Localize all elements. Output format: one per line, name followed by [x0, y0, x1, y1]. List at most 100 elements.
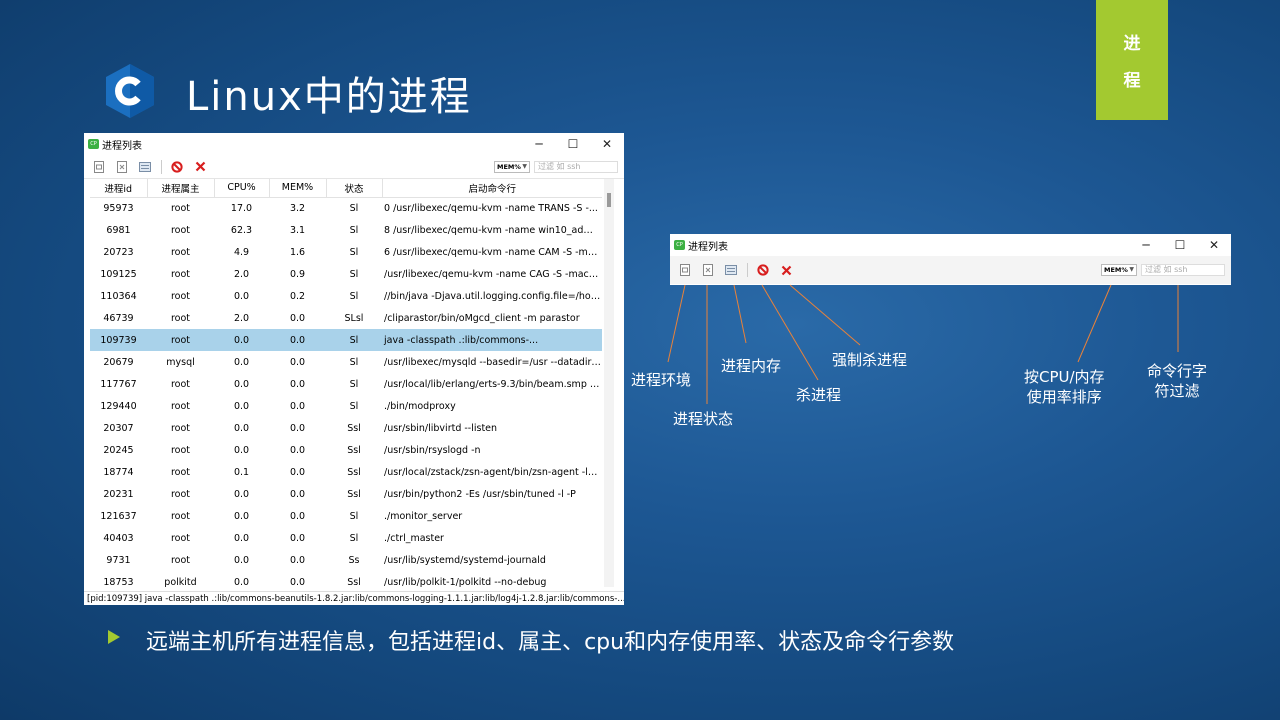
cell-state: Sl	[349, 532, 359, 544]
cell-pid: 6981	[106, 224, 131, 236]
process-memory-icon[interactable]	[722, 261, 740, 279]
table-row[interactable]: 20245 root 0.0 0.0 Ssl/usr/sbin/rsyslogd -n	[90, 439, 602, 461]
cell-cmd: /usr/lib/systemd/systemd-journald	[384, 554, 546, 566]
cell-pid: 109739	[90, 329, 147, 351]
process-table: 进程id 进程属主 CPU% MEM% 状态 启动命令行 95973 root 17…	[90, 179, 602, 587]
force-kill-icon[interactable]	[777, 261, 795, 279]
table-row[interactable]: 20679 mysql 0.0 0.0 Sl/usr/libexec/mysqld --…	[90, 351, 602, 373]
cell-cmd: /usr/bin/python2 -Es /usr/sbin/tuned -l …	[384, 488, 576, 500]
cell-mem: 0.0	[269, 329, 326, 351]
toolbar: MEM% ▼ 过滤 如 ssh	[84, 155, 624, 179]
process-state-icon[interactable]	[699, 261, 717, 279]
table-row[interactable]: 121637 root 0.0 0.0 Sl ./monitor_server	[90, 505, 602, 527]
table-row[interactable]: 18753 polkitd 0.0 0.0 Ssl/usr/lib/polkit-1/p…	[90, 571, 602, 588]
cell-state: Ssl	[347, 576, 361, 588]
table-row[interactable]: 46739 root 2.0 0.0 SLsl/cliparastor/bin/oMgc…	[90, 307, 602, 329]
table-row[interactable]: 20723 root 4.9 1.6 Sl 6 /usr/libexec/qemu-kvm…	[90, 241, 602, 263]
cell-pid: 20307	[103, 422, 134, 434]
minimize-button[interactable]: ─	[522, 137, 556, 151]
cell-mem: 0.0	[289, 532, 306, 544]
kill-process-icon[interactable]	[754, 261, 772, 279]
column-header-cpu[interactable]: CPU%	[214, 179, 270, 198]
annotation-env: 进程环境	[631, 371, 692, 389]
slide-title: Linux中的进程	[186, 74, 472, 120]
cell-cpu: 0.0	[233, 488, 250, 500]
cell-state: Sl	[349, 400, 359, 412]
toolbar: MEM% ▼ 过滤 如 ssh	[670, 256, 1231, 284]
scrollbar-thumb[interactable]	[607, 193, 611, 207]
app-icon: CP	[674, 240, 685, 250]
close-button[interactable]: ✕	[590, 137, 624, 151]
cell-cpu: 0.0	[233, 554, 250, 566]
annotation-force-kill: 强制杀进程	[832, 351, 908, 369]
cell-pid: 117767	[100, 378, 137, 390]
cell-owner: root	[170, 510, 191, 522]
annotation-filter-line1: 命令行字	[1147, 362, 1208, 380]
table-row[interactable]: 109739 root 0.0 0.0 Sl java -classpath .:lib/…	[90, 329, 602, 351]
close-button[interactable]: ✕	[1197, 238, 1231, 252]
table-row[interactable]: 117767 root 0.0 0.0 Sl/usr/local/lib/erlang/…	[90, 373, 602, 395]
cell-cpu: 0.0	[233, 532, 250, 544]
filter-input[interactable]: 过滤 如 ssh	[534, 160, 618, 173]
column-header-state[interactable]: 状态	[326, 179, 383, 198]
sort-select[interactable]: MEM% ▼	[494, 160, 530, 173]
cell-state: Sl	[349, 224, 359, 236]
toolbar-separator	[161, 159, 162, 174]
column-header-owner[interactable]: 进程属主	[147, 179, 215, 198]
cell-state: Ss	[348, 554, 360, 566]
sort-select-value: MEM%	[1104, 266, 1128, 274]
table-row[interactable]: 129440 root 0.0 0.0 Sl ./bin/modproxy	[90, 395, 602, 417]
table-row[interactable]: 20307 root 0.0 0.0 Ssl/usr/sbin/libvirtd --l…	[90, 417, 602, 439]
cell-state: Ssl	[347, 488, 361, 500]
cell-owner: root	[170, 312, 191, 324]
column-header-cmd[interactable]: 启动命令行	[382, 179, 602, 198]
cell-owner: root	[170, 532, 191, 544]
process-env-icon[interactable]	[90, 158, 108, 176]
process-memory-icon[interactable]	[136, 158, 154, 176]
filter-input[interactable]: 过滤 如 ssh	[1141, 264, 1225, 276]
process-state-icon[interactable]	[113, 158, 131, 176]
force-kill-icon[interactable]	[191, 158, 209, 176]
cell-state: Ssl	[347, 466, 361, 478]
cell-owner: root	[170, 554, 191, 566]
cell-pid: 40403	[103, 532, 134, 544]
maximize-button[interactable]: ☐	[556, 137, 590, 151]
table-row[interactable]: 20231 root 0.0 0.0 Ssl/usr/bin/python2 -Es /…	[90, 483, 602, 505]
table-row[interactable]: 6981 root 62.3 3.1 Sl 8 /usr/libexec/qemu-kvm…	[90, 219, 602, 241]
cell-cpu: 0.0	[233, 444, 250, 456]
cell-pid: 20245	[103, 444, 134, 456]
cell-cmd: /usr/sbin/libvirtd --listen	[384, 422, 498, 434]
column-header-pid[interactable]: 进程id	[90, 179, 148, 198]
maximize-button[interactable]: ☐	[1163, 238, 1197, 252]
cell-owner: root	[170, 290, 191, 302]
cell-mem: 0.0	[289, 378, 306, 390]
cell-pid: 18774	[103, 466, 134, 478]
window-titlebar: CP 进程列表 ─ ☐ ✕	[84, 133, 624, 155]
bottom-description: 远端主机所有进程信息，包括进程id、属主、cpu和内存使用率、状态及命令行参数	[146, 630, 955, 655]
table-header: 进程id 进程属主 CPU% MEM% 状态 启动命令行	[90, 179, 602, 198]
table-row[interactable]: 109125 root 2.0 0.9 Sl/usr/libexec/qemu-kvm …	[90, 263, 602, 285]
c-language-logo	[106, 64, 154, 118]
process-env-icon[interactable]	[676, 261, 694, 279]
cell-mem: 3.1	[289, 224, 306, 236]
section-char-2: 程	[1123, 71, 1141, 91]
table-row[interactable]: 40403 root 0.0 0.0 Sl ./ctrl_master	[90, 527, 602, 549]
cell-cmd: //bin/java -Djava.util.logging.config.fi…	[384, 290, 602, 302]
cell-owner: root	[170, 466, 191, 478]
cell-owner: root	[170, 202, 191, 214]
cell-owner: root	[170, 268, 191, 280]
table-row[interactable]: 9731 root 0.0 0.0 Ss/usr/lib/systemd/systemd…	[90, 549, 602, 571]
cell-cpu: 0.0	[233, 576, 250, 588]
cell-cpu: 4.9	[233, 246, 250, 258]
cell-cpu: 0.0	[233, 422, 250, 434]
sort-select[interactable]: MEM% ▼	[1101, 264, 1137, 276]
table-row[interactable]: 18774 root 0.1 0.0 Ssl/usr/local/zstack/zsn-…	[90, 461, 602, 483]
minimize-button[interactable]: ─	[1129, 238, 1163, 252]
cell-owner: root	[170, 444, 191, 456]
cell-state: Sl	[349, 290, 359, 302]
kill-process-icon[interactable]	[168, 158, 186, 176]
column-header-mem[interactable]: MEM%	[269, 179, 327, 198]
table-row[interactable]: 110364 root 0.0 0.2 Sl //bin/java -Djava.util…	[90, 285, 602, 307]
table-row[interactable]: 95973 root 17.0 3.2 Sl 0 /usr/libexec/qemu-kv…	[90, 197, 602, 219]
vertical-scrollbar[interactable]	[604, 179, 614, 587]
